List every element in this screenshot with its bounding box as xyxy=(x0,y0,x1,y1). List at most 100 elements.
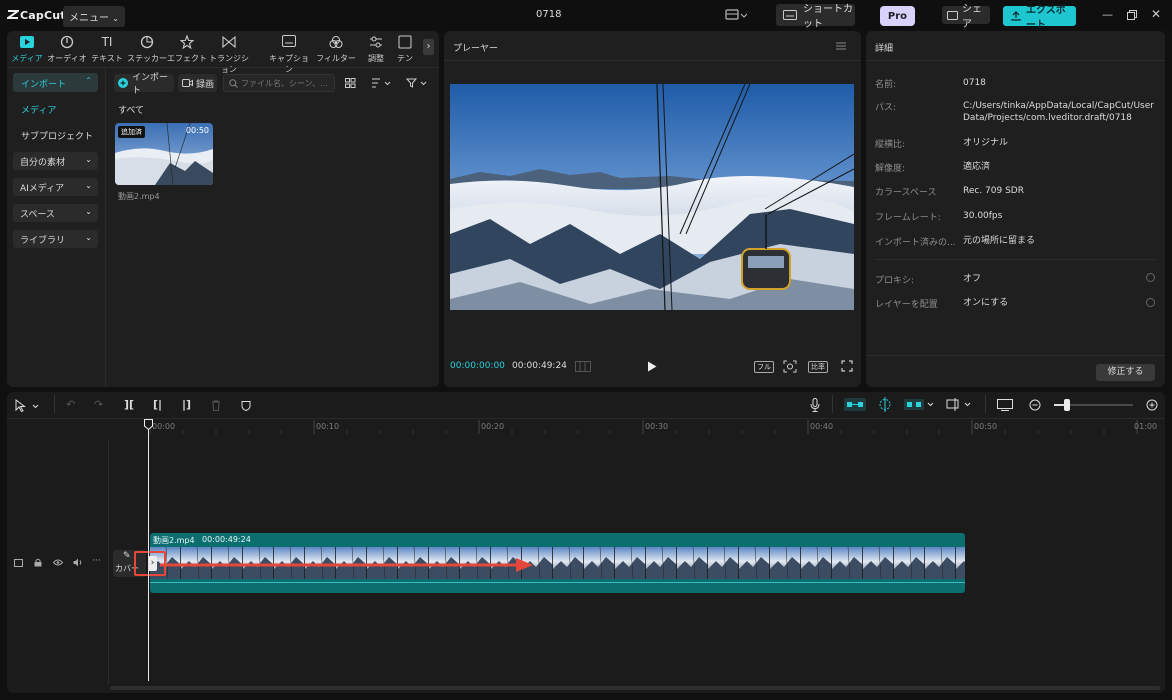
tab-transition[interactable]: トランジション xyxy=(207,35,251,75)
playhead[interactable] xyxy=(148,419,149,681)
tab-filter[interactable]: フィルター xyxy=(316,35,356,64)
chevron-down-icon: ⌄ xyxy=(85,207,92,216)
shield-icon[interactable] xyxy=(241,400,251,411)
transition-icon xyxy=(207,35,251,51)
eye-icon[interactable] xyxy=(53,559,63,566)
audio-waveform xyxy=(150,582,965,583)
detail-value: Rec. 709 SDR xyxy=(963,186,1024,196)
video-preview[interactable] xyxy=(450,84,854,310)
chevron-right-icon[interactable]: › xyxy=(423,39,434,55)
detail-label: 名前: xyxy=(875,80,897,90)
tab-text[interactable]: TI テキスト xyxy=(87,35,127,64)
playhead-handle[interactable] xyxy=(144,419,153,431)
speaker-icon[interactable] xyxy=(73,558,83,567)
search-input[interactable]: ファイル名、シーン、... xyxy=(223,74,335,92)
divider xyxy=(444,60,861,61)
toolbar-tabs: メディア オーディオ TI テキスト ステッカー エフェクト トランジション キ… xyxy=(7,35,439,74)
video-track-icon[interactable] xyxy=(14,559,23,567)
tab-label: フィルター xyxy=(316,54,356,63)
share-button[interactable]: シェア xyxy=(942,4,990,30)
sidebar-item-library[interactable]: ライブラリ ⌄ xyxy=(13,230,98,248)
hamburger-menu-icon[interactable] xyxy=(836,42,846,50)
screenshot-icon[interactable] xyxy=(997,399,1013,411)
record-button[interactable]: 録画 xyxy=(178,74,217,92)
zoom-slider-handle[interactable] xyxy=(1064,399,1070,411)
shortcut-label: ショートカット xyxy=(803,4,853,30)
shortcut-button[interactable]: ショートカット xyxy=(776,4,855,30)
divider xyxy=(105,68,106,387)
modify-button[interactable]: 修正する xyxy=(1096,364,1155,381)
main-track-magnet-icon[interactable] xyxy=(844,398,866,411)
detail-label: パス: xyxy=(875,103,897,113)
tab-effect[interactable]: エフェクト xyxy=(167,35,207,64)
tab-label: テキスト xyxy=(91,54,123,63)
tick-label: 00:30 xyxy=(645,422,669,431)
filter-funnel-icon[interactable] xyxy=(406,78,428,88)
close-icon[interactable]: ✕ xyxy=(1151,7,1161,21)
chevron-up-icon: ⌃ xyxy=(85,76,92,85)
fit-screen-icon[interactable] xyxy=(783,360,797,373)
select-cursor-icon[interactable] xyxy=(15,399,39,413)
sort-icon[interactable] xyxy=(371,78,391,88)
trim-left-icon[interactable]: [| xyxy=(153,398,162,411)
added-badge: 追加済 xyxy=(118,126,145,138)
tab-caption[interactable]: キャプション xyxy=(269,35,309,75)
auto-snap-icon[interactable] xyxy=(874,397,896,412)
sidebar-item-label: 自分の素材 xyxy=(20,157,66,168)
tab-label: トランジション xyxy=(209,54,249,74)
play-icon[interactable] xyxy=(647,361,657,372)
import-button[interactable]: インポート xyxy=(114,73,174,96)
tab-adjust[interactable]: 調整 xyxy=(356,35,396,64)
tick-label: 00:20 xyxy=(481,422,505,431)
delete-icon[interactable] xyxy=(211,400,221,411)
detail-label: インポート済みの... xyxy=(875,238,956,248)
sidebar-item-my-assets[interactable]: 自分の素材 ⌄ xyxy=(13,152,98,170)
divider xyxy=(875,259,1156,260)
zoom-in-icon[interactable] xyxy=(1146,399,1158,411)
menu-label: メニュー xyxy=(69,13,109,24)
grid-view-icon[interactable] xyxy=(345,78,356,88)
undo-icon[interactable]: ↶ xyxy=(66,398,75,411)
help-icon[interactable] xyxy=(1146,273,1155,282)
sidebar-item-ai-media[interactable]: AIメディア ⌄ xyxy=(13,178,98,196)
minimize-icon[interactable]: — xyxy=(1102,8,1113,21)
sidebar-item-spaces[interactable]: スペース ⌄ xyxy=(13,204,98,222)
microphone-icon[interactable] xyxy=(810,398,820,412)
preview-axis-icon[interactable] xyxy=(946,398,974,411)
detail-value: オフ xyxy=(963,274,982,284)
horizontal-scrollbar[interactable] xyxy=(110,686,1160,690)
fullscreen-icon[interactable] xyxy=(841,360,853,372)
upload-icon xyxy=(1011,11,1021,21)
tab-label: 調整 xyxy=(368,54,384,63)
clip-trim-handle[interactable]: › xyxy=(148,556,157,571)
lock-icon[interactable] xyxy=(34,558,42,567)
media-clip-thumbnail[interactable]: 追加済 00:50 xyxy=(115,123,213,185)
more-icon[interactable]: ··· xyxy=(92,556,101,566)
export-button[interactable]: エクスポート xyxy=(1003,5,1076,31)
menu-button[interactable]: メニュー ⌄ xyxy=(63,6,125,27)
tab-audio[interactable]: オーディオ xyxy=(47,35,87,64)
tab-template[interactable]: テン xyxy=(393,35,417,64)
sidebar-item-media[interactable]: メディア xyxy=(21,103,56,116)
ratio-button[interactable]: 比率 xyxy=(808,361,828,373)
tab-sticker[interactable]: ステッカー xyxy=(127,35,167,64)
redo-icon[interactable]: ↷ xyxy=(94,398,103,411)
help-icon[interactable] xyxy=(1146,298,1155,307)
layout-icon[interactable] xyxy=(725,8,747,22)
detail-value: 元の場所に留まる xyxy=(963,236,1036,246)
sidebar-import[interactable]: インポート ⌃ xyxy=(13,73,98,92)
maximize-icon[interactable] xyxy=(1127,10,1137,20)
details-panel xyxy=(866,31,1165,387)
split-icon[interactable]: ][ xyxy=(124,398,134,411)
sidebar-item-subproject[interactable]: サブプロジェクト xyxy=(21,129,93,142)
pro-button[interactable]: Pro xyxy=(880,6,915,26)
timeline-grid-icon[interactable] xyxy=(575,361,591,372)
trim-right-icon[interactable]: |] xyxy=(182,398,191,411)
tab-media[interactable]: メディア xyxy=(7,35,47,64)
full-quality-button[interactable]: フル xyxy=(754,361,774,373)
search-icon xyxy=(229,78,238,88)
drag-direction-arrow xyxy=(160,558,533,572)
linkage-icon[interactable] xyxy=(903,398,936,411)
zoom-out-icon[interactable] xyxy=(1029,399,1041,411)
clip-duration: 00:50 xyxy=(185,126,209,135)
